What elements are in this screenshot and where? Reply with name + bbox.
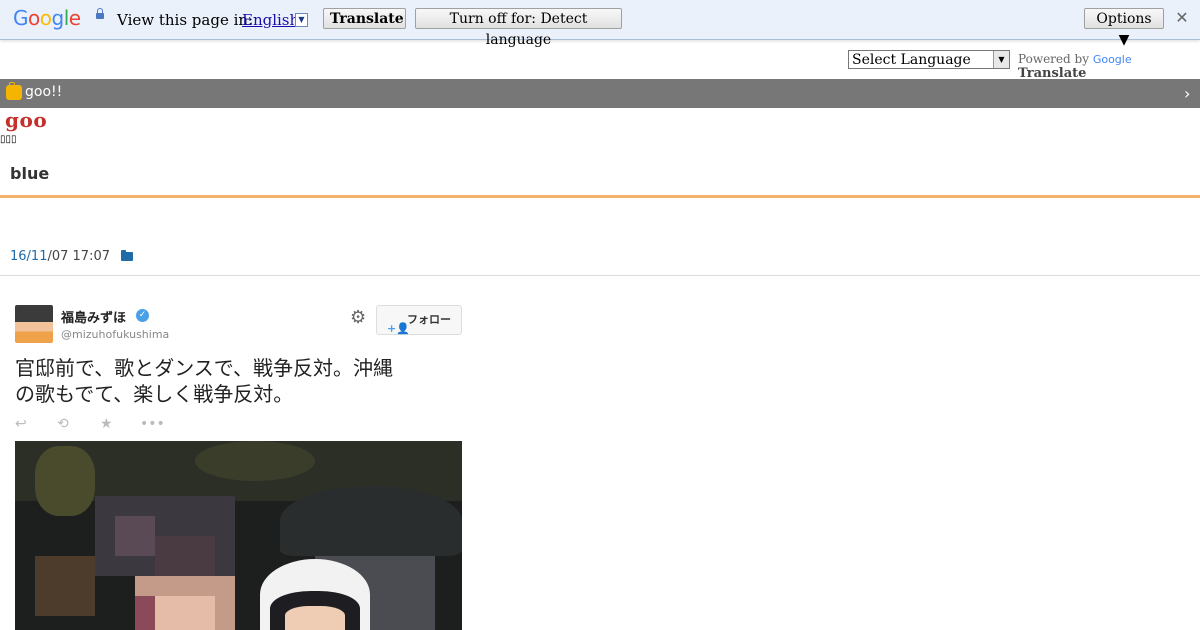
tweet-text: 官邸前で、歌とダンスで、戦争反対。沖縄 の歌もでて、楽しく戦争反対。 bbox=[15, 355, 455, 407]
tweet-text-line: の歌もでて、楽しく戦争反対。 bbox=[15, 382, 294, 406]
retweet-icon: ⟲ bbox=[57, 416, 69, 432]
verified-icon: ✓ bbox=[136, 309, 149, 322]
meta-divider bbox=[0, 275, 1200, 276]
photo-mosaic bbox=[35, 556, 95, 616]
photo-umbrella bbox=[280, 486, 462, 556]
logo-letter: o bbox=[39, 6, 52, 30]
tweet-photo bbox=[15, 441, 462, 630]
goo-logo[interactable]: goo bbox=[5, 108, 47, 132]
logo-letter: G bbox=[13, 6, 29, 30]
logo-letter: g bbox=[51, 6, 65, 30]
add-user-icon: +👤 bbox=[387, 322, 410, 335]
language-select[interactable]: Select Language ▼ bbox=[848, 50, 1010, 69]
more-icon: ••• bbox=[140, 416, 165, 432]
goo-bar-link[interactable]: goo!! bbox=[25, 84, 62, 100]
tweet-text-line: 官邸前で、歌とダンスで、戦争反対。沖縄 bbox=[15, 356, 393, 380]
goo-header-bar bbox=[0, 79, 1200, 108]
goo-bag-icon bbox=[6, 82, 22, 100]
date-rest: /07 17:07 bbox=[47, 249, 110, 264]
tweet-author-name: 福島みずほ bbox=[61, 311, 127, 326]
chevron-down-icon: ▼ bbox=[993, 51, 1009, 68]
unrendered-text: ▯▯▯ bbox=[0, 134, 17, 145]
language-dropdown-icon[interactable]: ▼ bbox=[295, 13, 308, 27]
follow-button: +👤 フォロー bbox=[376, 305, 462, 335]
post-date: 16/11/07 17:07 bbox=[10, 249, 110, 264]
photo-face bbox=[285, 606, 345, 630]
turn-off-button[interactable]: Turn off for: Detect language bbox=[415, 8, 622, 48]
date-link[interactable]: 16/11 bbox=[10, 249, 47, 264]
photo-tree bbox=[195, 441, 315, 481]
reply-icon: ↩ bbox=[15, 416, 27, 432]
logo-letter: e bbox=[68, 6, 81, 30]
folder-icon[interactable] bbox=[121, 250, 133, 261]
header-divider bbox=[0, 195, 1200, 198]
tweet-image: 福島みずほ ✓ @mizuhofukushima ⚙ +👤 フォロー 官邸前で、… bbox=[15, 300, 462, 630]
options-button[interactable]: Options ▼ bbox=[1084, 8, 1164, 48]
translate-bar: Google View this page in: English ▼ Tran… bbox=[0, 0, 1200, 48]
follow-label: フォロー bbox=[407, 313, 451, 326]
photo-tree bbox=[35, 446, 95, 516]
google-wordmark: Google bbox=[1092, 53, 1132, 66]
photo-mosaic bbox=[115, 516, 155, 556]
blog-title[interactable]: blue bbox=[10, 164, 49, 183]
gear-icon: ⚙ bbox=[350, 307, 367, 328]
language-link[interactable]: English bbox=[242, 11, 299, 29]
powered-by-label: Powered by bbox=[1018, 52, 1089, 66]
chevron-right-icon[interactable]: › bbox=[1184, 84, 1190, 103]
powered-by: Powered by Google Translate bbox=[1018, 52, 1200, 81]
photo-mosaic bbox=[135, 596, 155, 630]
photo-mosaic bbox=[155, 536, 215, 576]
photo-mosaic bbox=[155, 596, 215, 630]
tweet-handle: @mizuhofukushima bbox=[61, 328, 170, 341]
avatar bbox=[15, 305, 53, 343]
favorite-icon: ★ bbox=[100, 416, 113, 432]
language-select-value: Select Language bbox=[852, 52, 971, 68]
lock-icon bbox=[96, 8, 104, 19]
logo-letter: o bbox=[28, 6, 40, 30]
view-page-label: View this page in: bbox=[117, 11, 254, 29]
google-logo: Google bbox=[13, 6, 81, 30]
close-icon[interactable]: ✕ bbox=[1175, 10, 1189, 26]
translate-button[interactable]: Translate bbox=[323, 8, 406, 29]
